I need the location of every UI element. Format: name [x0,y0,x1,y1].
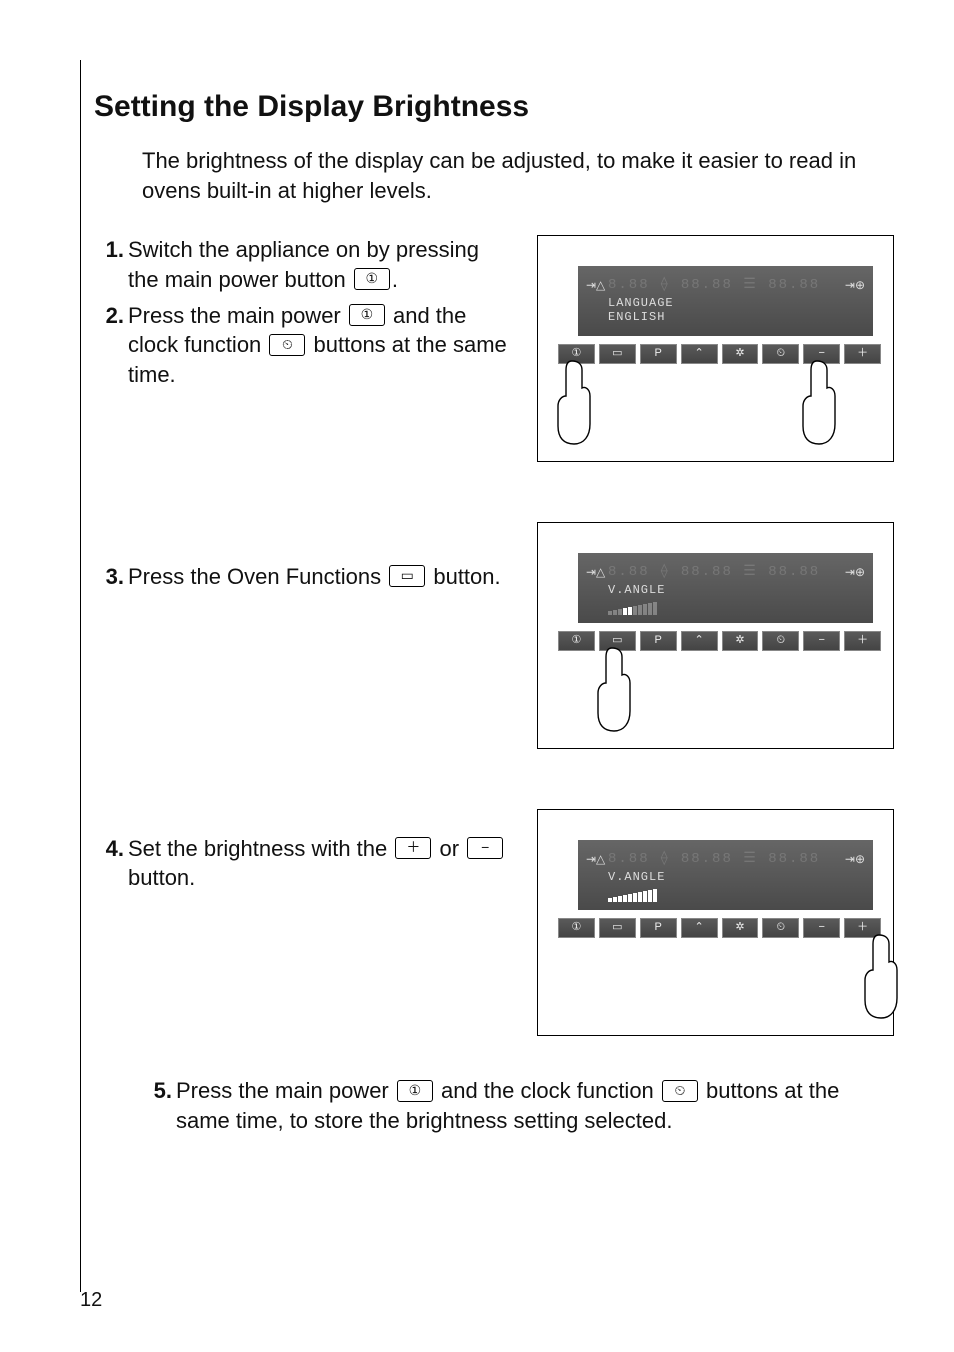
step-body: Set the brightness with the ＋ or − butto… [128,834,513,893]
step-4: 4. Set the brightness with the ＋ or − bu… [94,834,513,893]
brightness-bars [608,601,658,615]
intro-text: The brightness of the display can be adj… [142,146,894,205]
step-number: 3. [94,562,128,592]
step-text: Switch the appliance on by pressing the … [128,237,479,292]
step-text: and the clock function [435,1078,660,1103]
step-number: 2. [94,301,128,331]
lock-icon: ⇥⊕ [845,565,865,579]
oven-display: ⇥△ 8.88 ⟠ 88.88 ☰ 88.88 LANGUAGE ENGLISH… [578,266,873,336]
step-text: button. [128,865,195,890]
p-button[interactable]: P [640,631,677,651]
pointing-finger-icon [859,930,899,1020]
step-3: 3. Press the Oven Functions ▭ button. [94,562,513,592]
oven-functions-button[interactable]: ▭ [599,344,636,364]
spacer [94,598,513,828]
step-text: Press the Oven Functions [128,564,387,589]
plus-button[interactable]: ＋ [844,344,881,364]
step-2: 2. Press the main power ① and the clock … [94,301,513,390]
step-1: 1. Switch the appliance on by pressing t… [94,235,513,294]
page: Setting the Display Brightness The brigh… [0,0,954,1352]
content-area: Setting the Display Brightness The brigh… [94,90,894,1136]
power-icon: ① [397,1080,433,1102]
step-text: Press the main power [176,1078,395,1103]
minus-button[interactable]: − [803,631,840,651]
p-button[interactable]: P [640,344,677,364]
minus-icon: − [467,837,503,859]
clock-icon: ⏲ [269,334,305,356]
pointing-finger-icon [592,643,632,733]
power-button[interactable]: ① [558,918,595,938]
page-title: Setting the Display Brightness [94,90,894,124]
nav-button[interactable]: ⌃ [681,631,718,651]
figure-3: ⇥△ 8.88 ⟠ 88.88 ☰ 88.88 V.ANGLE ⇥⊕ ① ▭ [537,809,894,1036]
figure-2: ⇥△ 8.88 ⟠ 88.88 ☰ 88.88 V.ANGLE ⇥⊕ ① ▭ [537,522,894,749]
step-text: . [392,267,398,292]
step-body: Press the main power ① and the clock fun… [128,301,513,390]
button-row: ① ▭ P ⌃ ✲ ⏲ − ＋ [558,918,881,938]
clock-icon: ⏲ [662,1080,698,1102]
oven-functions-icon: ▭ [389,565,425,587]
pointing-finger-icon [797,356,837,446]
step-number: 4. [94,834,128,864]
power-icon: ① [354,268,390,290]
probe-icon: ⇥△ [586,278,605,292]
pointing-finger-icon [552,356,592,446]
power-icon: ① [349,304,385,326]
page-number: 12 [80,1289,102,1312]
display-line-2: ENGLISH [608,310,665,324]
nav-button[interactable]: ⌃ [681,344,718,364]
lock-icon: ⇥⊕ [845,852,865,866]
margin-rule [80,60,81,1292]
oven-functions-button[interactable]: ▭ [599,918,636,938]
step-5: 5. Press the main power ① and the clock … [142,1076,894,1135]
nav-button[interactable]: ⌃ [681,918,718,938]
figures-column: ⇥△ 8.88 ⟠ 88.88 ☰ 88.88 LANGUAGE ENGLISH… [537,235,894,1036]
clock-button[interactable]: ⏲ [762,631,799,651]
clock-button[interactable]: ⏲ [762,918,799,938]
plus-button[interactable]: ＋ [844,631,881,651]
lock-icon: ⇥⊕ [845,278,865,292]
power-button[interactable]: ① [558,631,595,651]
brightness-bars [608,888,658,902]
display-ghost: 8.88 ⟠ 88.88 ☰ 88.88 [608,850,853,867]
steps-list: 1. Switch the appliance on by pressing t… [94,235,513,1036]
step-number: 1. [94,235,128,265]
oven-display: ⇥△ 8.88 ⟠ 88.88 ☰ 88.88 V.ANGLE ⇥⊕ [578,553,873,623]
step-text: Press the main power [128,303,347,328]
step-body: Press the main power ① and the clock fun… [176,1076,894,1135]
figure-1: ⇥△ 8.88 ⟠ 88.88 ☰ 88.88 LANGUAGE ENGLISH… [537,235,894,462]
display-ghost: 8.88 ⟠ 88.88 ☰ 88.88 [608,563,853,580]
step-body: Press the Oven Functions ▭ button. [128,562,513,592]
step-text: or [433,836,465,861]
step-number: 5. [142,1076,176,1135]
p-button[interactable]: P [640,918,677,938]
spacer [94,396,513,556]
clock-button[interactable]: ⏲ [762,344,799,364]
sun-button[interactable]: ✲ [722,631,759,651]
minus-button[interactable]: − [803,918,840,938]
sun-button[interactable]: ✲ [722,918,759,938]
probe-icon: ⇥△ [586,565,605,579]
instructions-row: 1. Switch the appliance on by pressing t… [94,235,894,1036]
oven-display: ⇥△ 8.88 ⟠ 88.88 ☰ 88.88 V.ANGLE ⇥⊕ [578,840,873,910]
step-text: Set the brightness with the [128,836,393,861]
step-text: button. [427,564,500,589]
sun-button[interactable]: ✲ [722,344,759,364]
display-line-1: LANGUAGE [608,296,674,310]
display-line-1: V.ANGLE [608,870,665,884]
plus-icon: ＋ [395,837,431,859]
probe-icon: ⇥△ [586,852,605,866]
step-body: Switch the appliance on by pressing the … [128,235,513,294]
display-line-1: V.ANGLE [608,583,665,597]
display-ghost: 8.88 ⟠ 88.88 ☰ 88.88 [608,276,853,293]
